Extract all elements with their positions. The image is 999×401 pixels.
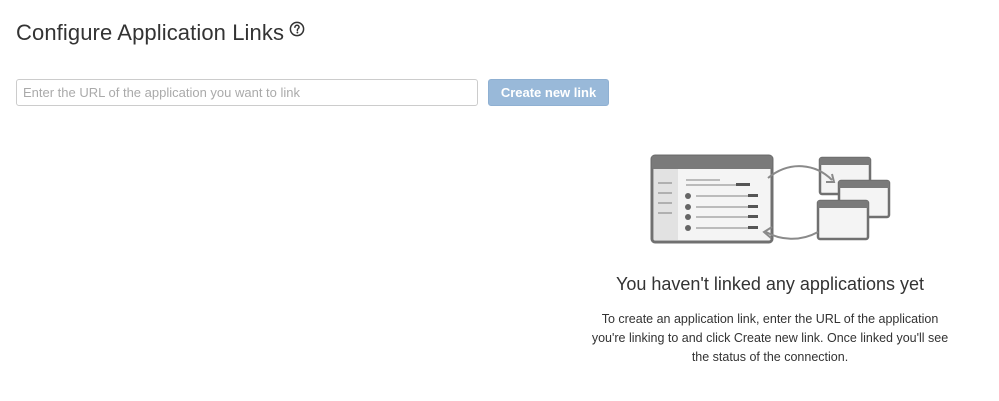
linked-applications-illustration (650, 154, 891, 244)
link-form: Create new link (16, 79, 609, 106)
title-row: Configure Application Links (16, 18, 305, 48)
empty-state-description: To create an application link, enter the… (591, 312, 949, 364)
create-new-link-button[interactable]: Create new link (488, 79, 609, 106)
empty-state-heading: You haven't linked any applications yet (616, 274, 924, 294)
empty-state: You haven't linked any applications yet … (580, 150, 960, 367)
application-url-input[interactable] (16, 79, 478, 106)
question-circle-icon[interactable] (289, 21, 305, 37)
configure-application-links-page: Configure Application Links Create new l… (0, 0, 999, 401)
page-title: Configure Application Links (16, 20, 285, 45)
